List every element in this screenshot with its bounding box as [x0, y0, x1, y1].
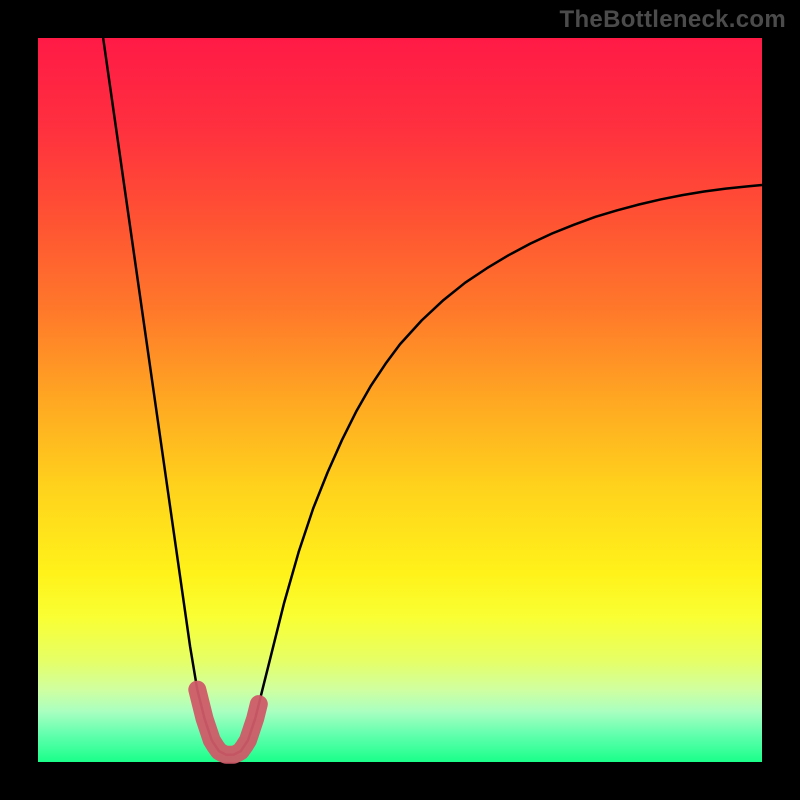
bottleneck-chart	[0, 0, 800, 800]
chart-frame: TheBottleneck.com	[0, 0, 800, 800]
watermark-text: TheBottleneck.com	[560, 6, 786, 34]
plot-background	[38, 38, 762, 762]
